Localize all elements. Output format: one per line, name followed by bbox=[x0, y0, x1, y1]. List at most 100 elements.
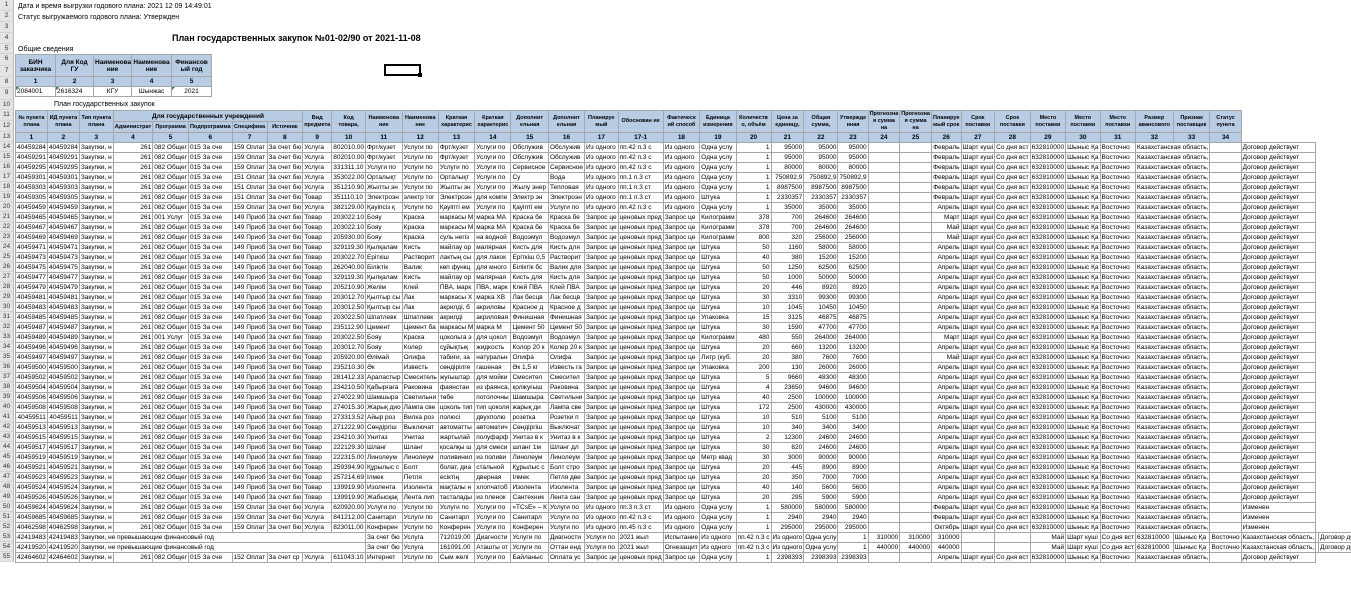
table-cell[interactable] bbox=[1209, 402, 1242, 413]
table-cell[interactable]: 95000 bbox=[837, 152, 869, 163]
table-cell[interactable]: 082 Общег bbox=[152, 482, 189, 493]
table-cell[interactable]: Услуги по bbox=[401, 152, 439, 163]
table-cell[interactable] bbox=[1209, 342, 1242, 353]
table-cell[interactable]: 015 За сче bbox=[187, 282, 233, 293]
table-cell[interactable]: 2940 bbox=[837, 512, 869, 523]
table-cell[interactable]: Запрос це bbox=[662, 462, 701, 473]
table-cell[interactable]: Лак бесцв bbox=[510, 292, 549, 303]
table-cell[interactable]: Восточно bbox=[1099, 272, 1136, 283]
table-cell[interactable]: 257214.69 bbox=[331, 472, 366, 483]
table-cell[interactable]: Растворит bbox=[547, 252, 586, 263]
table-cell[interactable]: жуғыштар bbox=[437, 372, 476, 383]
table-cell[interactable]: 015 За сче bbox=[187, 272, 233, 283]
table-cell[interactable]: 130 bbox=[770, 362, 805, 373]
table-cell[interactable]: 015 За сче bbox=[187, 482, 233, 493]
table-cell[interactable]: Штука bbox=[699, 272, 737, 283]
table-cell[interactable]: Шланг bbox=[401, 442, 439, 453]
table-cell[interactable]: Услуги по bbox=[584, 542, 619, 553]
table-cell[interactable]: Апрель bbox=[930, 262, 962, 273]
table-cell[interactable] bbox=[899, 172, 932, 183]
table-cell[interactable]: Цемент ба bbox=[401, 322, 439, 333]
table-cell[interactable]: 8920 bbox=[803, 282, 839, 293]
table-cell[interactable]: Обслужив bbox=[510, 142, 549, 153]
table-cell[interactable]: майлау ор bbox=[437, 242, 476, 253]
table-cell[interactable]: 082 Общег bbox=[152, 412, 189, 423]
table-cell[interactable]: Әк 1,5 кг bbox=[510, 362, 549, 373]
table-cell[interactable]: Шыныс Қа bbox=[1065, 402, 1101, 413]
table-cell[interactable] bbox=[899, 352, 932, 363]
table-cell[interactable]: Запрос це bbox=[584, 362, 619, 373]
table-cell[interactable]: 015 За сче bbox=[187, 442, 233, 453]
table-cell[interactable] bbox=[899, 452, 932, 463]
table-cell[interactable]: 8920 bbox=[837, 282, 869, 293]
table-cell[interactable]: Сөндіргіш bbox=[510, 422, 549, 433]
table-cell[interactable]: 1 bbox=[735, 162, 772, 173]
table-cell[interactable] bbox=[1209, 192, 1242, 203]
table-cell[interactable]: За счет бю bbox=[266, 512, 304, 523]
table-cell[interactable]: 380 bbox=[770, 252, 805, 263]
table-cell[interactable]: Запрос це bbox=[662, 452, 701, 463]
table-cell[interactable]: 082 Общег bbox=[152, 272, 189, 283]
table-cell[interactable]: Услуги по bbox=[401, 502, 439, 513]
table-cell[interactable]: 40459487 bbox=[46, 322, 80, 333]
table-cell[interactable]: 262040.00 bbox=[331, 262, 366, 273]
table-cell[interactable]: 261 bbox=[112, 352, 154, 363]
table-cell[interactable]: 40459467 bbox=[46, 222, 80, 233]
table-cell[interactable]: Өлімай bbox=[364, 352, 403, 363]
table-cell[interactable]: 40459496 bbox=[15, 342, 48, 353]
table-cell[interactable]: Одна услу bbox=[699, 182, 737, 193]
table-cell[interactable]: Товар bbox=[302, 372, 333, 383]
table-cell[interactable]: Водоэмул bbox=[510, 232, 549, 243]
table-cell[interactable]: Водоэмул bbox=[510, 332, 549, 343]
table-cell[interactable]: Шарт куші bbox=[960, 372, 996, 383]
table-cell[interactable]: 149 Приоб bbox=[231, 472, 268, 483]
general-value-name[interactable]: КГУ bbox=[93, 86, 132, 97]
table-cell[interactable]: 8900 bbox=[837, 462, 869, 473]
table-cell[interactable]: 264600 bbox=[803, 222, 839, 233]
table-cell[interactable]: Апрель bbox=[930, 432, 962, 443]
table-cell[interactable]: Шыныс Қа bbox=[1065, 292, 1101, 303]
table-cell[interactable]: Февраль bbox=[930, 172, 962, 183]
table-cell[interactable]: Запрос це bbox=[662, 342, 701, 353]
table-cell[interactable]: Апрель bbox=[930, 302, 962, 313]
table-cell[interactable]: Фрт/кузет bbox=[437, 152, 476, 163]
table-cell[interactable] bbox=[1209, 372, 1242, 383]
table-cell[interactable]: Штука bbox=[699, 402, 737, 413]
table-cell[interactable]: 261 bbox=[112, 422, 154, 433]
table-cell[interactable]: ценовых пред bbox=[617, 412, 664, 423]
table-cell[interactable]: Құрылыс с bbox=[510, 462, 549, 473]
table-cell[interactable]: Жылты эн bbox=[437, 182, 476, 193]
table-cell[interactable]: Со дня вст bbox=[994, 522, 1031, 533]
table-cell[interactable]: Фрт/кузет bbox=[437, 142, 476, 153]
table-cell[interactable]: 35000 bbox=[770, 202, 805, 213]
table-cell[interactable]: Казахстанская область, bbox=[1240, 542, 1317, 553]
table-cell[interactable]: Услуги по bbox=[401, 512, 439, 523]
table-cell[interactable]: Ілмек bbox=[510, 472, 549, 483]
table-cell[interactable]: Восточно bbox=[1099, 482, 1136, 493]
table-cell[interactable]: 40459303 bbox=[15, 182, 48, 193]
table-cell[interactable]: Восточно bbox=[1099, 162, 1136, 173]
table-cell[interactable]: Услуга bbox=[302, 502, 333, 513]
table-cell[interactable]: 611043.10 bbox=[331, 552, 366, 563]
table-cell[interactable]: 35000 bbox=[837, 202, 869, 213]
table-cell[interactable]: Шыныс Қа bbox=[1065, 332, 1101, 343]
table-cell[interactable]: Красное д bbox=[547, 302, 586, 313]
table-cell[interactable]: 015 За сче bbox=[187, 382, 233, 393]
table-cell[interactable]: Изменен bbox=[1240, 522, 1317, 533]
row-header[interactable]: 30 bbox=[0, 302, 14, 312]
table-cell[interactable]: 40459513 bbox=[46, 422, 80, 433]
table-cell[interactable]: 40459465 bbox=[15, 212, 48, 223]
table-cell[interactable]: Закупки, не превышающие финансовый год bbox=[78, 542, 366, 553]
table-cell[interactable]: Штука bbox=[699, 422, 737, 433]
table-cell[interactable]: Апрель bbox=[930, 272, 962, 283]
table-cell[interactable]: Товар bbox=[302, 292, 333, 303]
table-cell[interactable]: Шарт куші bbox=[960, 402, 996, 413]
table-cell[interactable]: Олифа bbox=[547, 352, 586, 363]
table-cell[interactable]: Товар bbox=[302, 452, 333, 463]
table-cell[interactable]: Линолеум bbox=[510, 452, 549, 463]
table-cell[interactable]: 40459504 bbox=[46, 382, 80, 393]
table-cell[interactable]: Договор действует bbox=[1240, 322, 1317, 333]
table-cell[interactable]: За счет бю bbox=[266, 382, 304, 393]
table-cell[interactable]: Казахстанская область, bbox=[1134, 412, 1211, 423]
table-cell[interactable]: Закупки, н bbox=[78, 412, 114, 423]
